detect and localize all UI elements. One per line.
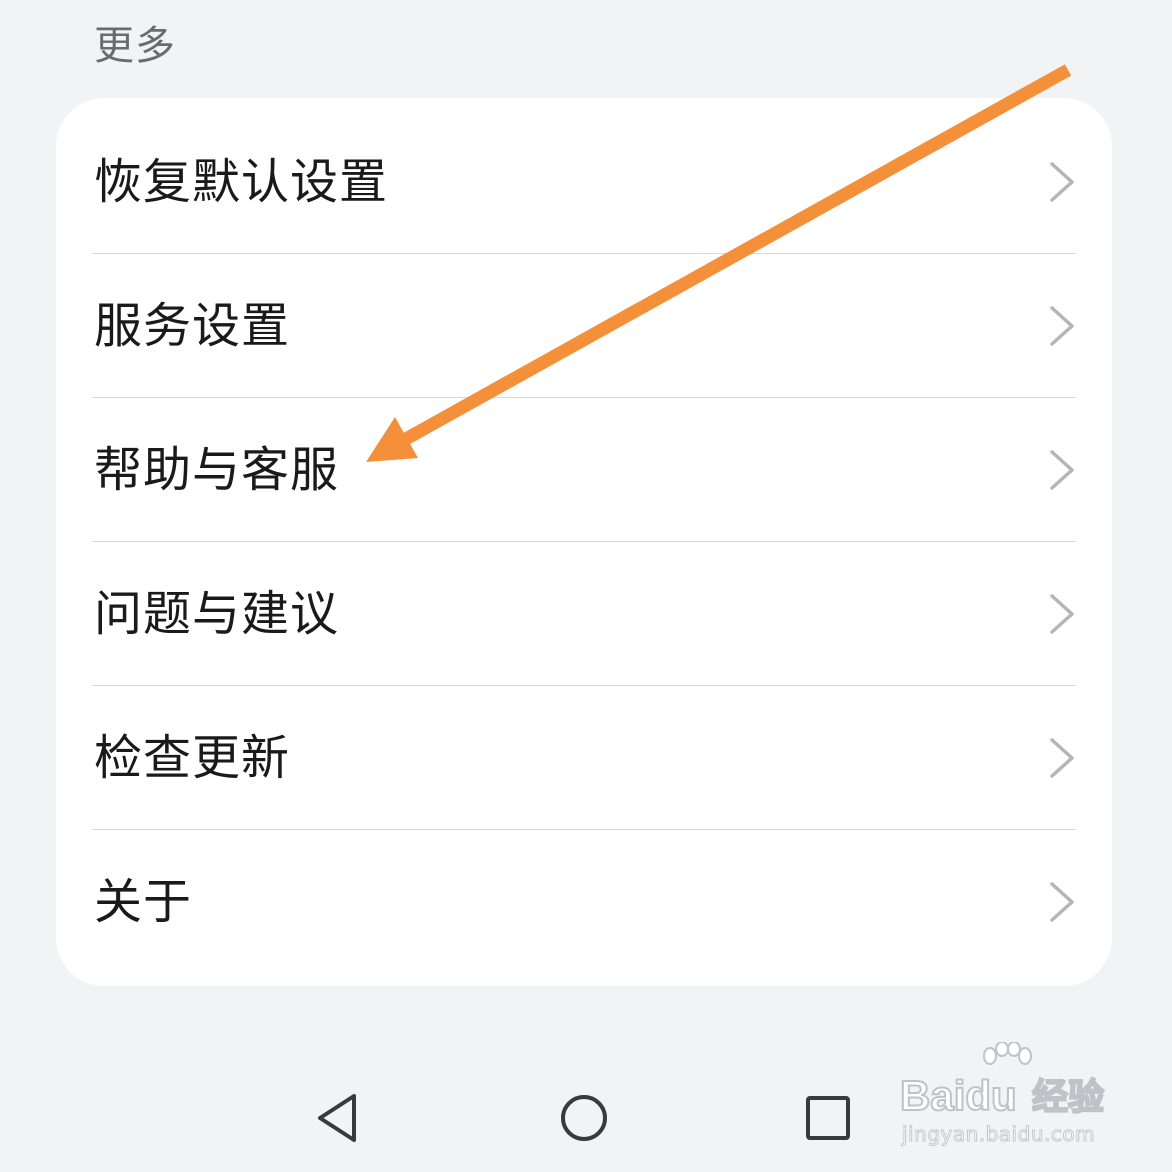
- circle-home-icon[interactable]: [556, 1090, 612, 1146]
- chevron-right-icon: [1050, 738, 1074, 778]
- menu-item-label: 服务设置: [94, 298, 291, 354]
- chevron-right-icon: [1050, 306, 1074, 346]
- menu-item-restore-defaults[interactable]: 恢复默认设置: [56, 110, 1112, 254]
- menu-item-check-update[interactable]: 检查更新: [56, 686, 1112, 830]
- menu-item-help-support[interactable]: 帮助与客服: [56, 398, 1112, 542]
- menu-item-label: 检查更新: [94, 730, 291, 786]
- menu-item-about[interactable]: 关于: [56, 830, 1112, 974]
- chevron-right-icon: [1050, 594, 1074, 634]
- section-header-more: 更多: [94, 23, 176, 69]
- menu-item-label: 问题与建议: [94, 586, 340, 642]
- chevron-right-icon: [1050, 162, 1074, 202]
- square-recents-icon[interactable]: [800, 1090, 856, 1146]
- menu-item-feedback[interactable]: 问题与建议: [56, 542, 1112, 686]
- watermark-url: jingyan.baidu.com: [901, 1122, 1096, 1147]
- triangle-back-icon[interactable]: [310, 1090, 366, 1146]
- menu-item-label: 帮助与客服: [94, 442, 340, 498]
- menu-item-label: 关于: [94, 874, 193, 930]
- baidu-jingyan-watermark: Baidu 经验 jingyan.baidu.com: [898, 1042, 1118, 1152]
- watermark-brand: Baidu: [899, 1071, 1018, 1120]
- watermark-suffix: 经验: [1031, 1076, 1105, 1119]
- settings-card: 恢复默认设置 服务设置 帮助与客服 问题与建议 检查更新 关于: [56, 98, 1112, 986]
- chevron-right-icon: [1050, 450, 1074, 490]
- chevron-right-icon: [1050, 882, 1074, 922]
- menu-item-service-settings[interactable]: 服务设置: [56, 254, 1112, 398]
- menu-item-label: 恢复默认设置: [94, 154, 389, 210]
